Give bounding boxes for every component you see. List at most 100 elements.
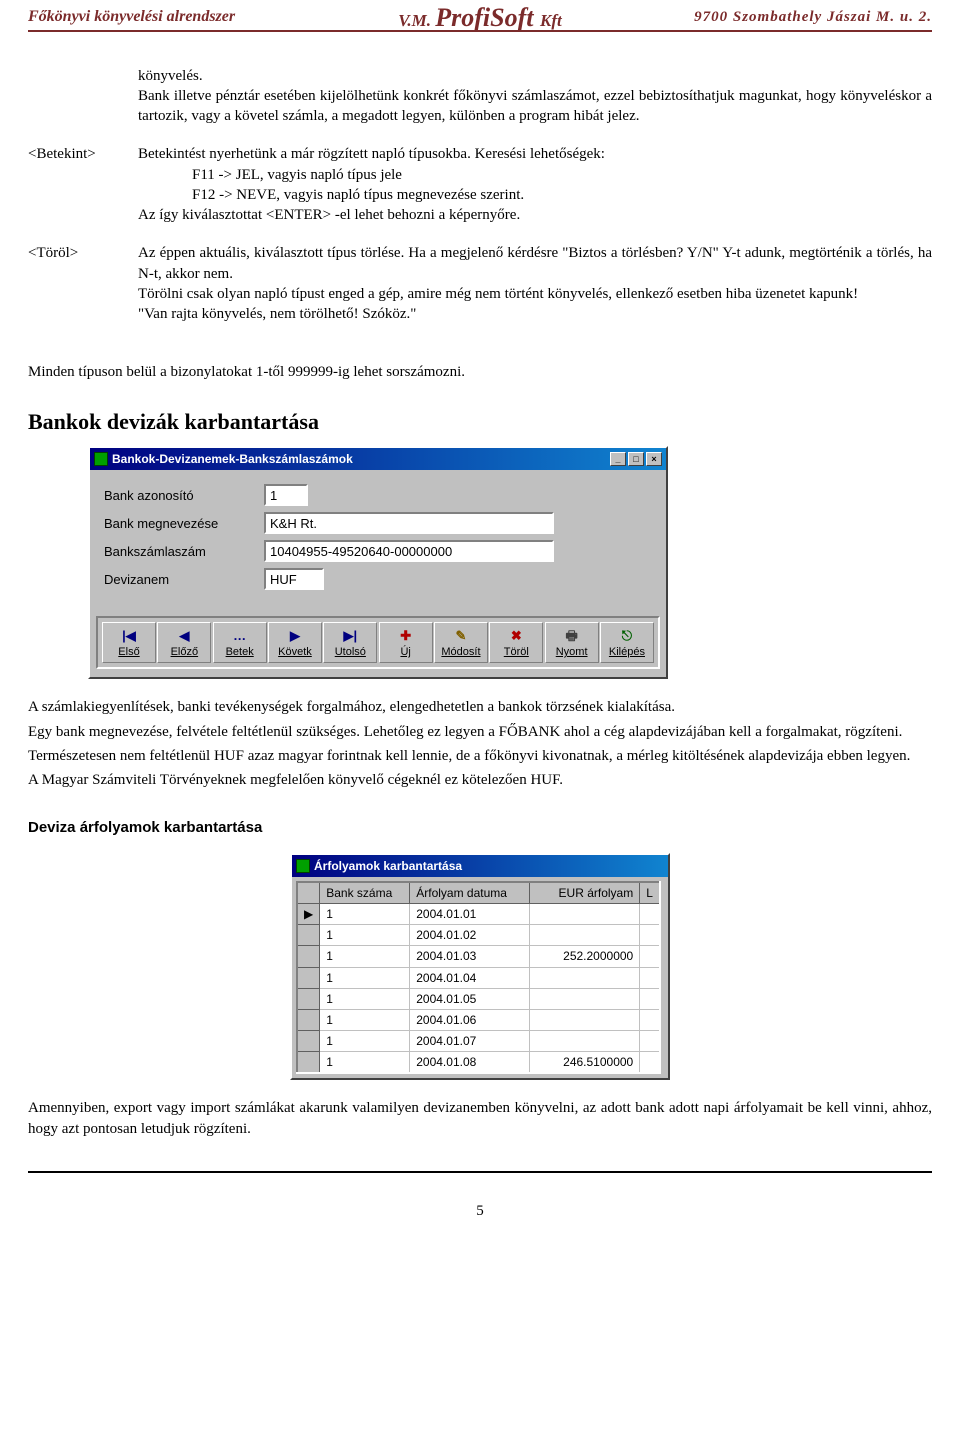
rates-cell[interactable]: 1 <box>320 967 410 988</box>
rates-cell[interactable]: 2004.01.05 <box>410 988 530 1009</box>
rates-cell[interactable]: 1 <box>320 925 410 946</box>
rates-cell[interactable] <box>640 946 660 967</box>
rates-cell[interactable] <box>530 967 640 988</box>
btn-next[interactable]: ▶ Követk <box>268 622 322 663</box>
app-icon <box>296 859 310 873</box>
bank-window-title: Bankok-Devizanemek-Bankszámlaszámok <box>112 451 353 467</box>
rates-col-3[interactable]: L <box>640 882 660 904</box>
def-key-torol: <Töröl> <box>28 243 138 342</box>
rates-cell[interactable]: 1 <box>320 1052 410 1074</box>
rates-cell[interactable]: 1 <box>320 988 410 1009</box>
btn-print-label: Nyomt <box>556 646 588 658</box>
bank-window: Bankok-Devizanemek-Bankszámlaszámok _ □ … <box>88 446 668 679</box>
row-marker <box>297 1031 320 1052</box>
label-bank-ccy: Devizanem <box>104 571 264 589</box>
company-profi: ProfiSoft <box>435 3 540 32</box>
definition-list: könyvelés. Bank illetve pénztár esetében… <box>28 66 932 343</box>
row-marker <box>297 1009 320 1030</box>
rates-cell[interactable]: 2004.01.03 <box>410 946 530 967</box>
rates-cell[interactable] <box>640 1009 660 1030</box>
rates-cell[interactable]: 2004.01.02 <box>410 925 530 946</box>
rates-cell[interactable]: 1 <box>320 1031 410 1052</box>
bank-para-1: A számlakiegyenlítések, banki tevékenysé… <box>28 697 932 717</box>
lookup-icon: … <box>216 627 264 643</box>
btn-exit-label: Kilépés <box>609 646 645 658</box>
bank-toolbar: |◀ Első ◀ Előző … Betek ▶ Követk ▶| Ut <box>96 616 660 669</box>
btn-edit-label: Módosít <box>441 646 480 658</box>
table-row[interactable]: 12004.01.07 <box>297 1031 660 1052</box>
prev-icon: ◀ <box>160 627 208 643</box>
input-bank-name[interactable] <box>264 512 554 534</box>
btn-print[interactable]: 🖶 Nyomt <box>545 622 599 663</box>
deviza-note: Amennyiben, export vagy import számlákat… <box>28 1098 932 1139</box>
rates-cell[interactable]: 252.2000000 <box>530 946 640 967</box>
btn-lookup[interactable]: … Betek <box>213 622 267 663</box>
bank-para-3: Természetesen nem feltétlenül HUF azaz m… <box>28 746 932 766</box>
rates-cell[interactable] <box>640 988 660 1009</box>
row-marker <box>297 967 320 988</box>
input-bank-ccy[interactable] <box>264 568 324 590</box>
rates-cell[interactable]: 2004.01.08 <box>410 1052 530 1074</box>
def-sub1: F11 -> JEL, vagyis napló típus jele <box>138 165 932 185</box>
minimize-button[interactable]: _ <box>610 452 626 466</box>
app-icon <box>94 452 108 466</box>
row-marker <box>297 1052 320 1074</box>
rates-col-1[interactable]: Árfolyam datuma <box>410 882 530 904</box>
table-row[interactable]: 12004.01.08246.5100000 <box>297 1052 660 1074</box>
input-bank-acct[interactable] <box>264 540 554 562</box>
bank-para-2: Egy bank megnevezése, felvétele feltétle… <box>28 722 932 742</box>
rates-cell[interactable] <box>530 988 640 1009</box>
btn-delete[interactable]: ✖ Töröl <box>489 622 543 663</box>
rates-cell[interactable]: 1 <box>320 903 410 924</box>
btn-first[interactable]: |◀ Első <box>102 622 156 663</box>
maximize-button[interactable]: □ <box>628 452 644 466</box>
rates-cell[interactable]: 2004.01.06 <box>410 1009 530 1030</box>
row-marker <box>297 946 320 967</box>
rates-cell[interactable]: 2004.01.04 <box>410 967 530 988</box>
intro-text: könyvelés. Bank illetve pénztár esetében… <box>138 66 932 145</box>
btn-prev[interactable]: ◀ Előző <box>157 622 211 663</box>
footer-rule <box>28 1171 932 1173</box>
rates-grid[interactable]: Bank számaÁrfolyam datumaEUR árfolyamL▶1… <box>296 881 661 1075</box>
new-icon: ✚ <box>382 627 430 643</box>
rates-cell[interactable]: 1 <box>320 946 410 967</box>
rates-cell[interactable]: 246.5100000 <box>530 1052 640 1074</box>
rates-col-2[interactable]: EUR árfolyam <box>530 882 640 904</box>
rates-cell[interactable] <box>640 903 660 924</box>
rates-col-0[interactable]: Bank száma <box>320 882 410 904</box>
input-bank-id[interactable] <box>264 484 308 506</box>
table-row[interactable]: 12004.01.06 <box>297 1009 660 1030</box>
label-bank-id: Bank azonosító <box>104 487 264 505</box>
rates-cell[interactable] <box>530 903 640 924</box>
next-icon: ▶ <box>271 627 319 643</box>
def-key-betekint: <Betekint> <box>28 144 138 243</box>
rates-cell[interactable]: 2004.01.07 <box>410 1031 530 1052</box>
close-button[interactable]: × <box>646 452 662 466</box>
btn-exit[interactable]: ⎋ Kilépés <box>600 622 654 663</box>
rates-cell[interactable]: 2004.01.01 <box>410 903 530 924</box>
table-row[interactable]: 12004.01.03252.2000000 <box>297 946 660 967</box>
btn-new-label: Új <box>400 646 410 658</box>
rates-cell[interactable] <box>640 1052 660 1074</box>
row-marker <box>297 925 320 946</box>
table-row[interactable]: 12004.01.04 <box>297 967 660 988</box>
rates-cell[interactable] <box>640 1031 660 1052</box>
rates-cell[interactable]: 1 <box>320 1009 410 1030</box>
rates-cell[interactable] <box>530 1009 640 1030</box>
rates-cell[interactable] <box>640 967 660 988</box>
bank-form: Bank azonosító Bank megnevezése Bankszám… <box>90 470 666 606</box>
rates-cell[interactable] <box>640 925 660 946</box>
rates-cell[interactable] <box>530 1031 640 1052</box>
btn-new[interactable]: ✚ Új <box>379 622 433 663</box>
page-header: V.M. ProfiSoft Kft Főkönyvi könyvelési a… <box>28 0 932 32</box>
row-marker <box>297 988 320 1009</box>
btn-edit[interactable]: ✎ Módosít <box>434 622 488 663</box>
btn-last[interactable]: ▶| Utolsó <box>323 622 377 663</box>
table-row[interactable]: ▶12004.01.01 <box>297 903 660 924</box>
intro-word: könyvelés. <box>138 68 203 84</box>
table-row[interactable]: 12004.01.05 <box>297 988 660 1009</box>
rates-cell[interactable] <box>530 925 640 946</box>
table-row[interactable]: 12004.01.02 <box>297 925 660 946</box>
label-bank-name: Bank megnevezése <box>104 515 264 533</box>
def-body-torol: Az éppen aktuális, kiválasztott típus tö… <box>138 243 932 342</box>
